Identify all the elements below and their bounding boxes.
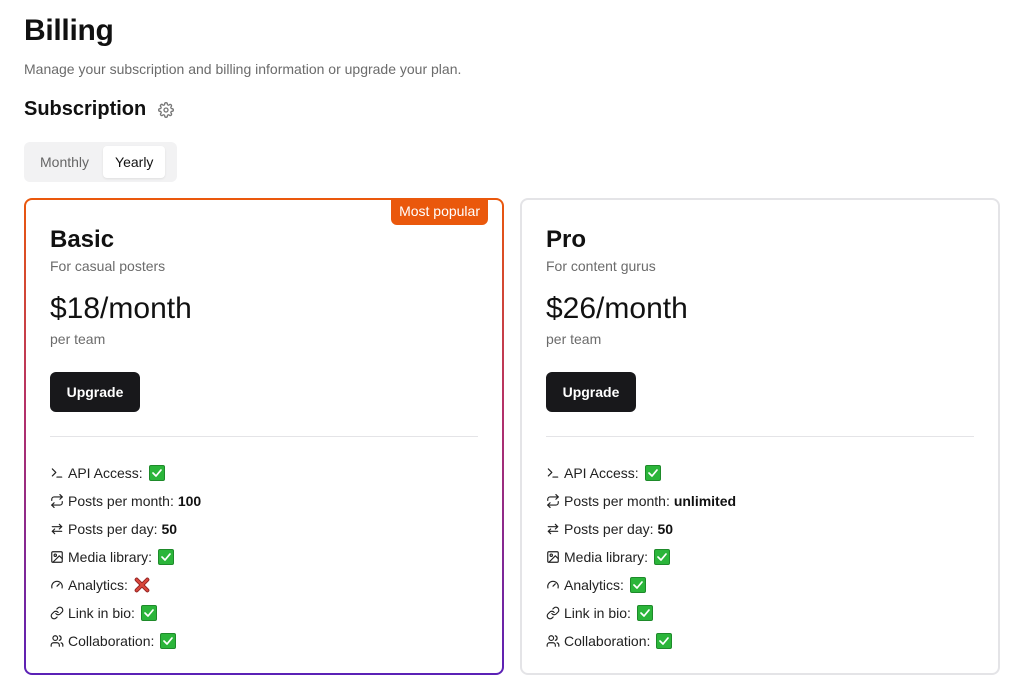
checkmark-icon: [656, 633, 673, 649]
feature-item: Posts per day: 50: [50, 515, 201, 543]
most-popular-badge: Most popular: [391, 198, 488, 225]
feature-label: Collaboration:: [68, 633, 155, 649]
feature-label: Posts per month:: [68, 493, 174, 509]
feature-list: API Access: Posts per month: 100 Posts per …: [50, 459, 201, 655]
feature-item: Collaboration:: [50, 627, 201, 655]
terminal-icon: [50, 466, 64, 480]
feature-label: Media library:: [564, 549, 649, 565]
plan-card-basic: Most popular Basic For casual posters $1…: [24, 198, 504, 675]
feature-item: Posts per month: 100: [50, 487, 201, 515]
checkmark-icon: [644, 465, 661, 481]
plan-price-note: per team: [546, 331, 602, 347]
plan-description: For content gurus: [546, 258, 656, 274]
page-subtitle: Manage your subscription and billing inf…: [24, 61, 462, 77]
feature-label: API Access:: [564, 465, 639, 481]
feature-item: Analytics:: [546, 571, 736, 599]
feature-item: Media library:: [50, 543, 201, 571]
plan-description: For casual posters: [50, 258, 166, 274]
feature-item: API Access:: [50, 459, 201, 487]
repeat-icon: [50, 494, 64, 508]
feature-item: API Access:: [546, 459, 736, 487]
checkmark-icon: [140, 605, 157, 621]
image-icon: [50, 550, 64, 564]
feature-label: Analytics:: [68, 577, 128, 593]
subscription-title: Subscription: [24, 98, 147, 120]
plan-price: $18/month: [50, 292, 192, 325]
feature-label: Collaboration:: [564, 633, 651, 649]
subscription-header: Subscription: [24, 98, 175, 121]
checkmark-icon: [636, 605, 653, 621]
terminal-icon: [546, 466, 560, 480]
gauge-icon: [50, 578, 64, 592]
plan-price: $26/month: [546, 292, 688, 325]
checkmark-icon: [654, 549, 671, 565]
feature-value: unlimited: [673, 493, 737, 509]
plan-name: Basic: [50, 226, 115, 253]
feature-label: Posts per month:: [564, 493, 670, 509]
upgrade-button-basic[interactable]: Upgrade: [50, 372, 140, 412]
plan-name: Pro: [546, 226, 587, 253]
feature-list: API Access: Posts per month: unlimited Post…: [546, 459, 736, 655]
repeat-icon: [546, 494, 560, 508]
divider: [50, 436, 478, 437]
checkmark-icon: [158, 549, 175, 565]
feature-item: Analytics:: [50, 571, 201, 599]
feature-label: Media library:: [68, 549, 153, 565]
plan-card-pro: Pro For content gurus $26/month per team…: [520, 198, 1000, 675]
plan-price-note: per team: [50, 331, 106, 347]
cross-mark-icon: [134, 577, 150, 593]
feature-label: Link in bio:: [68, 605, 135, 621]
link-icon: [50, 606, 64, 620]
checkmark-icon: [148, 465, 165, 481]
checkmark-icon: [629, 577, 646, 593]
feature-item: Posts per day: 50: [546, 515, 736, 543]
feature-label: Posts per day:: [564, 521, 654, 537]
users-icon: [546, 634, 560, 648]
feature-label: Link in bio:: [564, 605, 631, 621]
arrows-exchange-icon: [546, 522, 560, 536]
feature-item: Media library:: [546, 543, 736, 571]
toggle-monthly[interactable]: Monthly: [28, 146, 101, 178]
toggle-yearly[interactable]: Yearly: [103, 146, 166, 178]
feature-label: API Access:: [68, 465, 143, 481]
feature-item: Collaboration:: [546, 627, 736, 655]
gauge-icon: [546, 578, 560, 592]
feature-item: Link in bio:: [50, 599, 201, 627]
feature-value: 100: [177, 493, 202, 509]
feature-item: Link in bio:: [546, 599, 736, 627]
feature-item: Posts per month: unlimited: [546, 487, 736, 515]
feature-value: 50: [657, 521, 674, 537]
upgrade-button-pro[interactable]: Upgrade: [546, 372, 636, 412]
users-icon: [50, 634, 64, 648]
feature-value: 50: [161, 521, 178, 537]
arrows-exchange-icon: [50, 522, 64, 536]
feature-label: Posts per day:: [68, 521, 158, 537]
gear-icon[interactable]: [158, 101, 175, 118]
page-title: Billing: [24, 14, 114, 47]
billing-period-toggle: Monthly Yearly: [24, 142, 177, 182]
link-icon: [546, 606, 560, 620]
divider: [546, 436, 974, 437]
checkmark-icon: [160, 633, 177, 649]
image-icon: [546, 550, 560, 564]
feature-label: Analytics:: [564, 577, 624, 593]
